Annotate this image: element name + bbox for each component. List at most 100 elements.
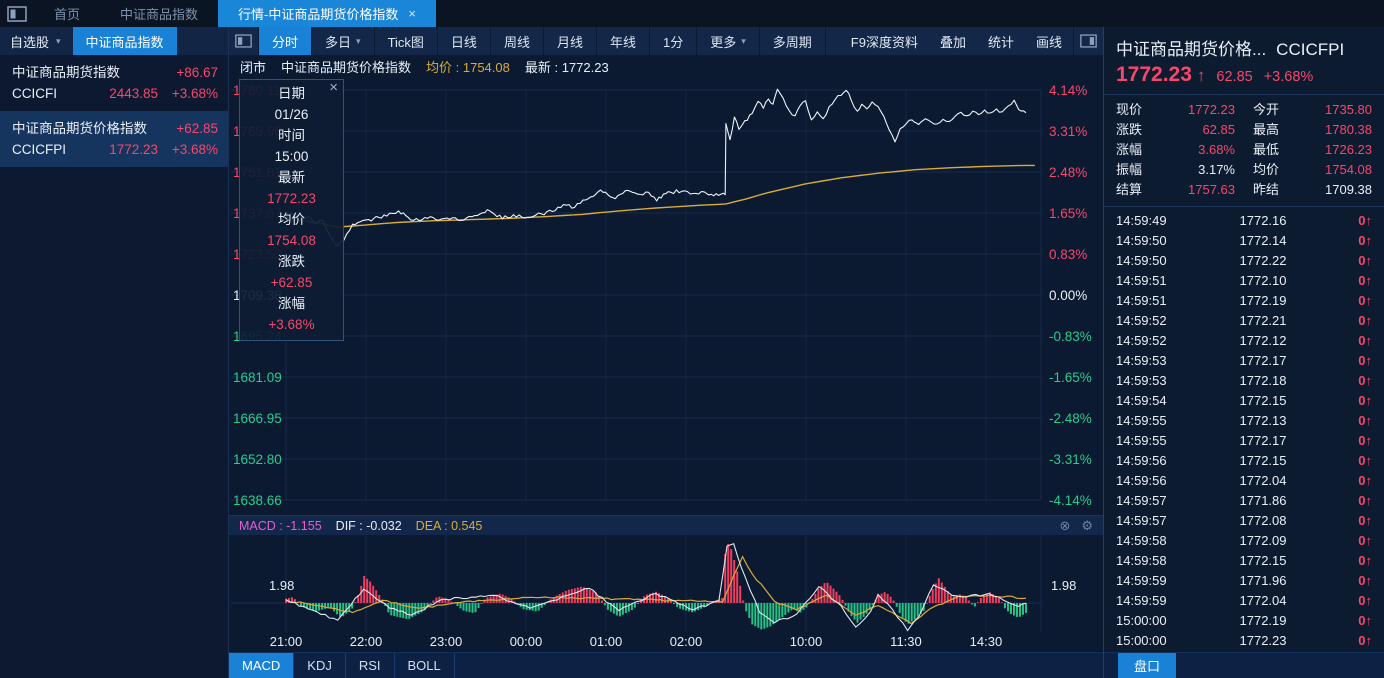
minute-chart-svg[interactable]: 1780.111765.961751.811737.671723.521709.… bbox=[229, 77, 1105, 515]
detail-row: 涨跌62.85最高1780.38 bbox=[1116, 120, 1372, 140]
toolbar-button-item2[interactable]: Tick图 bbox=[375, 27, 438, 55]
toolbar-button-item7[interactable]: 1分 bbox=[650, 27, 697, 55]
toolbar-button-label: 月线 bbox=[557, 32, 583, 51]
top-tab-label: 首页 bbox=[54, 4, 80, 23]
quote-pct: +3.68% bbox=[158, 83, 218, 104]
toolbar-button-item9[interactable]: 多周期 bbox=[760, 27, 826, 55]
tick-price: 1772.19 bbox=[1188, 291, 1338, 311]
close-icon[interactable]: × bbox=[329, 79, 338, 96]
toolbar-button-item5[interactable]: 月线 bbox=[544, 27, 597, 55]
tab-close-icon[interactable]: × bbox=[408, 6, 416, 21]
toolbar-button-label: Tick图 bbox=[388, 32, 424, 51]
tick-row: 14:59:581772.090↑ bbox=[1116, 531, 1372, 551]
tick-price: 1772.22 bbox=[1188, 251, 1338, 271]
macd-chart-svg[interactable]: 1.981.98 bbox=[229, 535, 1105, 632]
indicator-tab-boll[interactable]: BOLL bbox=[395, 653, 455, 678]
tick-time: 14:59:52 bbox=[1116, 331, 1188, 351]
quote-last-price: 1772.23 bbox=[1116, 63, 1192, 87]
quote-title: 中证商品期货价格... bbox=[1116, 35, 1266, 60]
tooltip-field: +62.85 bbox=[240, 272, 343, 293]
tick-row: 14:59:581772.150↑ bbox=[1116, 551, 1372, 571]
quote-code: CCICFI bbox=[12, 83, 98, 104]
indicator-close-icon[interactable]: ⊗ bbox=[1059, 518, 1070, 534]
indicator-header-icons: ⊗ ⚙ bbox=[1059, 518, 1093, 534]
toolbar-action-3[interactable]: 画线 bbox=[1025, 27, 1073, 55]
up-arrow-icon: ↑ bbox=[1366, 253, 1373, 268]
tick-row: 14:59:521772.120↑ bbox=[1116, 331, 1372, 351]
quote-item-CCICFI[interactable]: 中证商品期货指数+86.67CCICFI2443.85+3.68% bbox=[0, 55, 228, 111]
tick-volume: 0↑ bbox=[1338, 611, 1372, 631]
indicator-tab-rsi[interactable]: RSI bbox=[346, 653, 395, 678]
toolbar-action-0[interactable]: F9深度资料 bbox=[840, 27, 929, 55]
crosshair-tooltip: × 日期01/26时间15:00最新1772.23均价1754.08涨跌+62.… bbox=[239, 79, 344, 341]
panel-toggle-icon[interactable] bbox=[0, 0, 34, 27]
tick-volume: 0↑ bbox=[1338, 311, 1372, 331]
sidebar-collapse-icon[interactable] bbox=[229, 27, 259, 55]
tick-row: 14:59:521772.210↑ bbox=[1116, 311, 1372, 331]
market-state-label: 闭市 bbox=[240, 57, 266, 76]
tick-time: 14:59:53 bbox=[1116, 371, 1188, 391]
tick-time: 15:00:00 bbox=[1116, 611, 1188, 631]
tick-volume: 0↑ bbox=[1338, 451, 1372, 471]
up-arrow-icon: ↑ bbox=[1366, 533, 1373, 548]
toolbar-button-item3[interactable]: 日线 bbox=[438, 27, 491, 55]
svg-text:-2.48%: -2.48% bbox=[1049, 411, 1092, 426]
top-tab-0[interactable]: 首页 bbox=[34, 0, 100, 27]
tick-volume: 0↑ bbox=[1338, 591, 1372, 611]
tick-row: 14:59:561772.150↑ bbox=[1116, 451, 1372, 471]
tick-price: 1772.21 bbox=[1188, 311, 1338, 331]
toolbar-button-item1[interactable]: 多日▾ bbox=[312, 27, 375, 55]
indicator-tab-kdj[interactable]: KDJ bbox=[294, 653, 346, 678]
tick-row: 15:00:001772.190↑ bbox=[1116, 611, 1372, 631]
indicator-settings-icon[interactable]: ⚙ bbox=[1081, 518, 1093, 534]
tick-volume: 0↑ bbox=[1338, 371, 1372, 391]
rightpanel-collapse-icon[interactable] bbox=[1073, 27, 1103, 55]
toolbar-button-item4[interactable]: 周线 bbox=[491, 27, 544, 55]
time-axis-label: 01:00 bbox=[590, 634, 623, 649]
chart-panel: 分时多日▾Tick图日线周线月线年线1分更多▾多周期 F9深度资料叠加统计画线 … bbox=[228, 27, 1104, 678]
tick-volume: 0↑ bbox=[1338, 271, 1372, 291]
tick-row: 14:59:591771.960↑ bbox=[1116, 571, 1372, 591]
tick-volume: 0↑ bbox=[1338, 511, 1372, 531]
top-tab-2[interactable]: 行情-中证商品期货价格指数 × bbox=[218, 0, 436, 27]
quote-item-CCICFPI[interactable]: 中证商品期货价格指数+62.85CCICFPI1772.23+3.68% bbox=[0, 111, 228, 167]
toolbar-action-2[interactable]: 统计 bbox=[977, 27, 1025, 55]
orderbook-tab[interactable]: 盘口 bbox=[1118, 653, 1176, 678]
indicator-value-2: DEA : 0.545 bbox=[416, 519, 483, 533]
toolbar-action-1[interactable]: 叠加 bbox=[929, 27, 977, 55]
tick-time: 14:59:56 bbox=[1116, 471, 1188, 491]
tooltip-field: 最新 bbox=[240, 167, 343, 188]
detail-label: 涨幅 bbox=[1116, 140, 1160, 160]
up-arrow-icon: ↑ bbox=[1366, 313, 1373, 328]
quote-detail-grid: 现价1772.23今开1735.80涨跌62.85最高1780.38涨幅3.68… bbox=[1104, 95, 1384, 207]
tooltip-field: 涨幅 bbox=[240, 293, 343, 314]
toolbar-button-item8[interactable]: 更多▾ bbox=[697, 27, 760, 55]
tick-time: 15:00:00 bbox=[1116, 631, 1188, 651]
tick-list[interactable]: 14:59:491772.160↑14:59:501772.140↑14:59:… bbox=[1104, 207, 1384, 652]
detail-value: 62.85 bbox=[1160, 120, 1235, 140]
minute-chart-area[interactable]: 1780.111765.961751.811737.671723.521709.… bbox=[229, 77, 1103, 515]
detail-value: 1754.08 bbox=[1297, 160, 1372, 180]
tick-price: 1772.17 bbox=[1188, 351, 1338, 371]
last-price-readout: 最新 : 1772.23 bbox=[525, 57, 609, 76]
watchlist-group-select[interactable]: 自选股 ▾ bbox=[0, 27, 73, 55]
top-tab-label: 行情-中证商品期货价格指数 bbox=[238, 4, 398, 23]
tick-price: 1772.04 bbox=[1188, 471, 1338, 491]
svg-text:-1.65%: -1.65% bbox=[1049, 370, 1092, 385]
tick-price: 1772.08 bbox=[1188, 511, 1338, 531]
toolbar-button-item6[interactable]: 年线 bbox=[597, 27, 650, 55]
tick-volume: 0↑ bbox=[1338, 351, 1372, 371]
top-tab-1[interactable]: 中证商品指数 bbox=[100, 0, 218, 27]
toolbar-button-minute[interactable]: 分时 bbox=[259, 27, 312, 55]
quote-line2: CCICFI2443.85+3.68% bbox=[12, 83, 218, 104]
tooltip-field: 1772.23 bbox=[240, 188, 343, 209]
tooltip-rows: 日期01/26时间15:00最新1772.23均价1754.08涨跌+62.85… bbox=[240, 83, 343, 335]
tick-time: 14:59:52 bbox=[1116, 311, 1188, 331]
quote-line1: 中证商品期货指数+86.67 bbox=[12, 62, 218, 83]
detail-row: 振幅3.17%均价1754.08 bbox=[1116, 160, 1372, 180]
indicator-values: MACD : -1.155DIF : -0.032DEA : 0.545 bbox=[239, 519, 482, 533]
index-group-button[interactable]: 中证商品指数 bbox=[73, 27, 177, 55]
svg-text:1666.95: 1666.95 bbox=[233, 411, 282, 426]
tick-volume: 0↑ bbox=[1338, 431, 1372, 451]
indicator-tab-macd[interactable]: MACD bbox=[229, 653, 294, 678]
